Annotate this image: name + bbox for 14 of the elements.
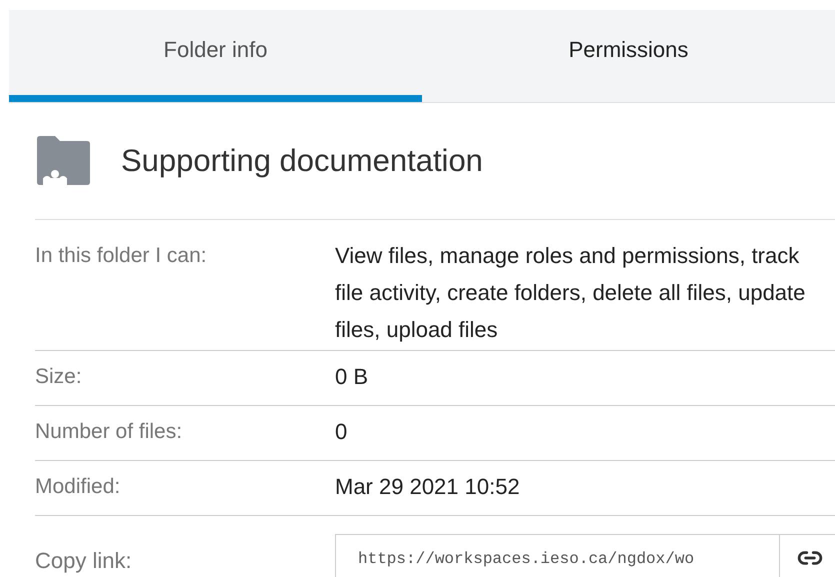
detail-label: Size: xyxy=(35,364,83,390)
detail-label: In this folder I can: xyxy=(35,243,208,269)
copy-link-label: Copy link: xyxy=(35,547,133,575)
detail-label: Number of files: xyxy=(35,419,184,445)
folder-name: Supporting documentation xyxy=(121,142,483,180)
detail-value: View files, manage roles and permissions, track file activity, create folders, delete all files, update files, upload files xyxy=(335,242,806,344)
detail-value: Mar 29 2021 10:52 xyxy=(335,473,521,501)
tab[interactable]: Permissions xyxy=(422,10,835,102)
detail-value: 0 xyxy=(335,418,348,446)
folder-icon xyxy=(35,136,91,186)
detail-value: 0 B xyxy=(335,363,370,391)
link-field[interactable]: https://workspaces.ieso.ca/ngdox/wo xyxy=(335,534,780,577)
tab[interactable]: Folder info xyxy=(9,10,422,102)
detail-label: Modified: xyxy=(35,474,122,500)
